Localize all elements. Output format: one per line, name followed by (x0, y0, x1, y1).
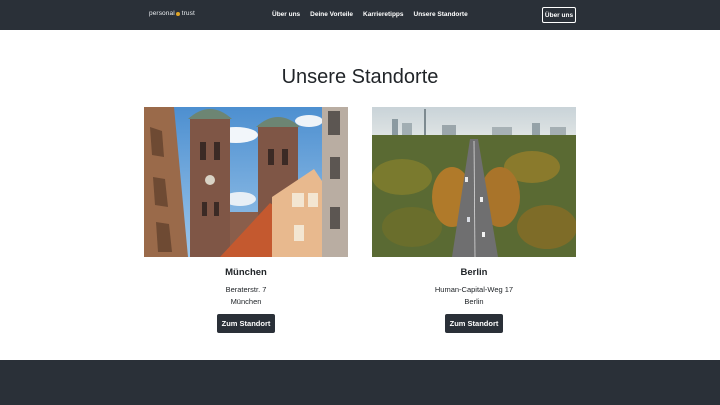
location-street: Beraterstr. 7 (225, 285, 267, 294)
location-city: München (225, 267, 267, 278)
brand-name-right: trust (181, 10, 195, 17)
zum-standort-button-muenchen[interactable]: Zum Standort (216, 314, 276, 333)
location-card-berlin: Berlin Human-Capital-Weg 17 Berlin Zum S… (372, 107, 576, 333)
nav-ueber-uns-button[interactable]: Über uns (542, 7, 576, 23)
location-address: Human-Capital-Weg 17 Berlin (372, 284, 576, 308)
top-navbar: personal trust Über uns Deine Vorteile K… (0, 0, 720, 30)
page-footer (0, 360, 720, 405)
nav-link-standorte[interactable]: Unsere Standorte (414, 11, 468, 18)
location-town: München (230, 297, 262, 306)
zum-standort-button-berlin[interactable]: Zum Standort (444, 314, 504, 333)
muenchen-photo (144, 107, 348, 257)
location-city: Berlin (460, 267, 488, 278)
location-town: Berlin (464, 297, 484, 306)
nav-link-karrieretipps[interactable]: Karrieretipps (363, 11, 403, 18)
berlin-photo (372, 107, 576, 257)
section-title: Unsere Standorte (281, 66, 439, 88)
main-nav: Über uns Deine Vorteile Karrieretipps Un… (272, 11, 468, 18)
brand-logo[interactable]: personal trust (149, 10, 195, 17)
brand-dot-icon (176, 11, 181, 16)
location-address: Beraterstr. 7 München (144, 284, 348, 308)
location-card-muenchen: München Beraterstr. 7 München Zum Stando… (144, 107, 348, 333)
nav-link-ueber-uns[interactable]: Über uns (272, 11, 300, 18)
location-street: Human-Capital-Weg 17 (434, 285, 514, 294)
nav-link-vorteile[interactable]: Deine Vorteile (310, 11, 353, 18)
brand-name-left: personal (149, 10, 175, 17)
